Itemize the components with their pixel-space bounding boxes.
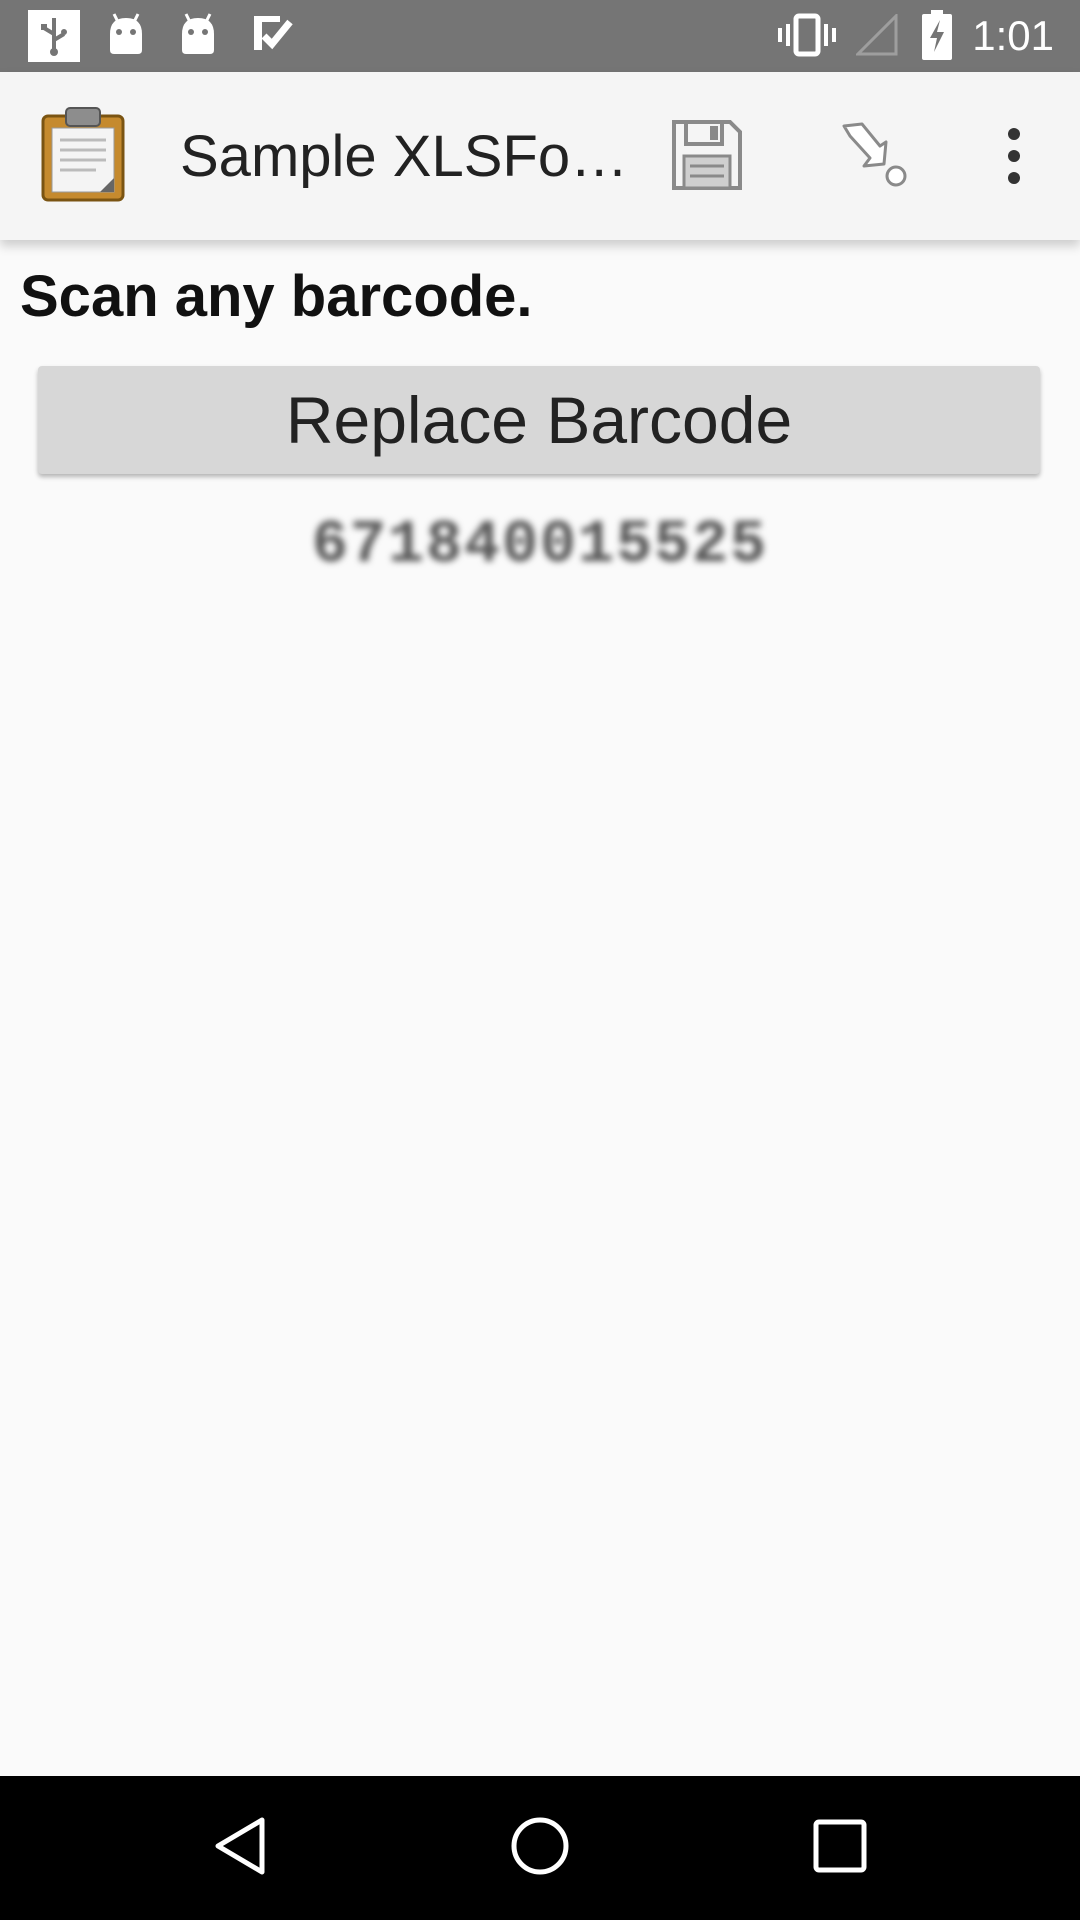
barcode-value: 671840015525 bbox=[311, 512, 769, 580]
jump-arrow-icon bbox=[840, 122, 910, 194]
save-button[interactable] bbox=[670, 118, 744, 197]
signal-icon bbox=[854, 12, 898, 61]
app-title: Sample XLSFo… bbox=[180, 124, 629, 189]
replace-barcode-button[interactable]: Replace Barcode bbox=[38, 366, 1040, 474]
recents-icon bbox=[812, 1818, 868, 1879]
clipboard-icon[interactable] bbox=[40, 106, 126, 207]
back-button[interactable] bbox=[160, 1776, 320, 1920]
android-icon bbox=[178, 12, 218, 61]
home-icon bbox=[508, 1814, 572, 1883]
battery-charging-icon bbox=[922, 10, 952, 65]
back-icon bbox=[210, 1814, 270, 1883]
floppy-disk-icon bbox=[670, 120, 744, 196]
android-icon bbox=[106, 12, 146, 61]
vibrate-icon bbox=[778, 12, 836, 63]
recents-button[interactable] bbox=[760, 1776, 920, 1920]
status-bar: 1:01 bbox=[0, 0, 1080, 72]
home-button[interactable] bbox=[460, 1776, 620, 1920]
question-label: Scan any barcode. bbox=[20, 264, 533, 329]
status-time: 1:01 bbox=[972, 12, 1054, 59]
more-vert-icon bbox=[996, 128, 1032, 190]
form-content: Scan any barcode. Replace Barcode 671840… bbox=[0, 240, 1080, 1776]
check-icon bbox=[250, 12, 294, 61]
overflow-menu-button[interactable] bbox=[996, 126, 1032, 191]
action-bar: Sample XLSFo… bbox=[0, 72, 1080, 240]
goto-button[interactable] bbox=[840, 120, 910, 195]
usb-icon bbox=[28, 10, 80, 67]
navigation-bar bbox=[0, 1776, 1080, 1920]
screen: 1:01 Sample XLSFo… Scan any barcode. Rep… bbox=[0, 0, 1080, 1920]
